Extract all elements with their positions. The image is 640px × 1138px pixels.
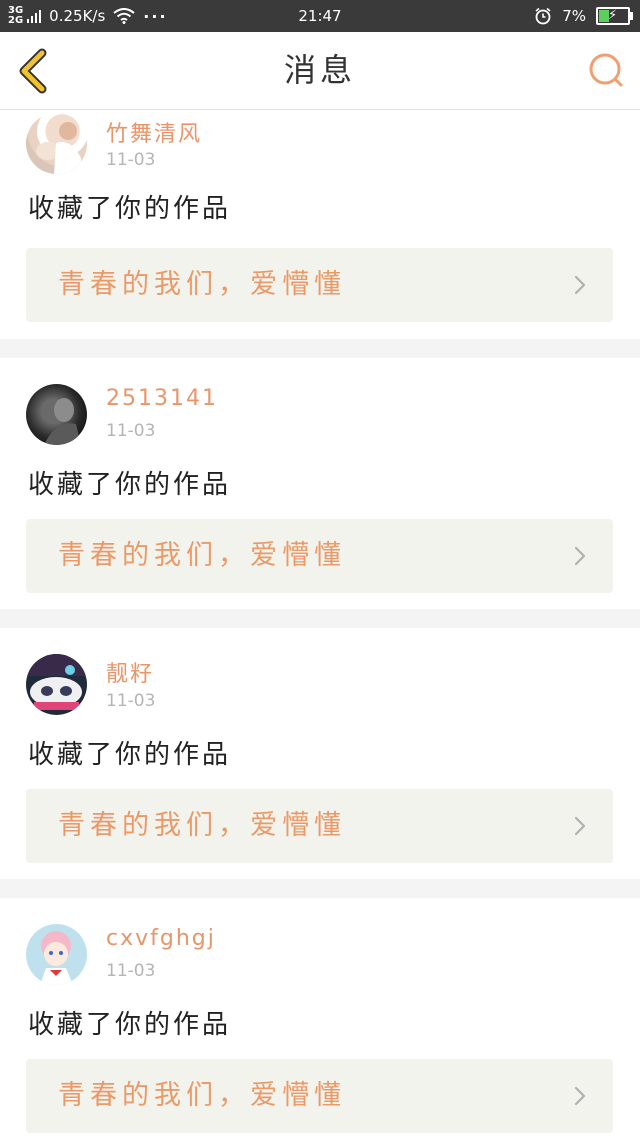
work-link[interactable]: 青春的我们，爱懵懂 xyxy=(26,248,613,322)
chevron-right-icon xyxy=(574,816,586,836)
work-link[interactable]: 青春的我们，爱懵懂 xyxy=(26,789,613,863)
message-card: 2513141 11-03 收藏了你的作品 青春的我们，爱懵懂 xyxy=(0,358,640,609)
status-bar-right: 7% ⚡ xyxy=(534,0,633,32)
message-card: 竹舞清风 11-03 收藏了你的作品 青春的我们，爱懵懂 xyxy=(0,110,640,339)
avatar-image xyxy=(40,931,73,985)
username[interactable]: 靓籽 xyxy=(106,656,154,688)
battery-icon: ⚡ xyxy=(596,7,633,25)
avatar-image xyxy=(44,398,81,445)
chevron-right-icon xyxy=(574,546,586,566)
top-navigation-bar: 消息 xyxy=(0,32,640,110)
message-date: 11-03 xyxy=(106,691,156,711)
message-date: 11-03 xyxy=(106,421,156,441)
work-link[interactable]: 青春的我们，爱懵懂 xyxy=(26,519,613,593)
work-title: 青春的我们，爱懵懂 xyxy=(58,540,346,571)
alarm-icon xyxy=(535,7,551,25)
user-avatar[interactable] xyxy=(26,113,87,174)
battery-percent: 7% xyxy=(562,7,586,25)
username[interactable]: 竹舞清风 xyxy=(106,116,202,148)
chevron-right-icon xyxy=(574,1086,586,1106)
message-card: cxvfghgj 11-03 收藏了你的作品 青春的我们，爱懵懂 xyxy=(0,898,640,1138)
user-avatar[interactable] xyxy=(26,924,87,985)
work-link[interactable]: 青春的我们，爱懵懂 xyxy=(26,1059,613,1133)
message-card: 靓籽 11-03 收藏了你的作品 青春的我们，爱懵懂 xyxy=(0,628,640,879)
status-bar: 3G 2G 0.25K/s ··· 21:47 7% ⚡ xyxy=(0,0,640,32)
message-action: 收藏了你的作品 xyxy=(28,470,232,500)
chevron-right-icon xyxy=(574,275,586,295)
username[interactable]: 2513141 xyxy=(106,386,218,411)
work-title: 青春的我们，爱懵懂 xyxy=(58,1080,346,1111)
work-title: 青春的我们，爱懵懂 xyxy=(58,269,346,300)
avatar-image xyxy=(36,122,81,174)
message-date: 11-03 xyxy=(106,150,156,170)
search-icon xyxy=(589,53,623,87)
message-action: 收藏了你的作品 xyxy=(28,1010,232,1040)
work-title: 青春的我们，爱懵懂 xyxy=(58,810,346,841)
user-avatar[interactable] xyxy=(26,384,87,445)
search-button[interactable] xyxy=(586,50,626,90)
message-list[interactable]: 竹舞清风 11-03 收藏了你的作品 青春的我们，爱懵懂 2513141 11-… xyxy=(0,110,640,1138)
username[interactable]: cxvfghgj xyxy=(106,926,216,951)
page-title: 消息 xyxy=(283,51,356,89)
message-action: 收藏了你的作品 xyxy=(28,740,232,770)
message-action: 收藏了你的作品 xyxy=(28,194,232,224)
avatar-image xyxy=(26,654,87,710)
message-date: 11-03 xyxy=(106,961,156,981)
user-avatar[interactable] xyxy=(26,654,87,715)
